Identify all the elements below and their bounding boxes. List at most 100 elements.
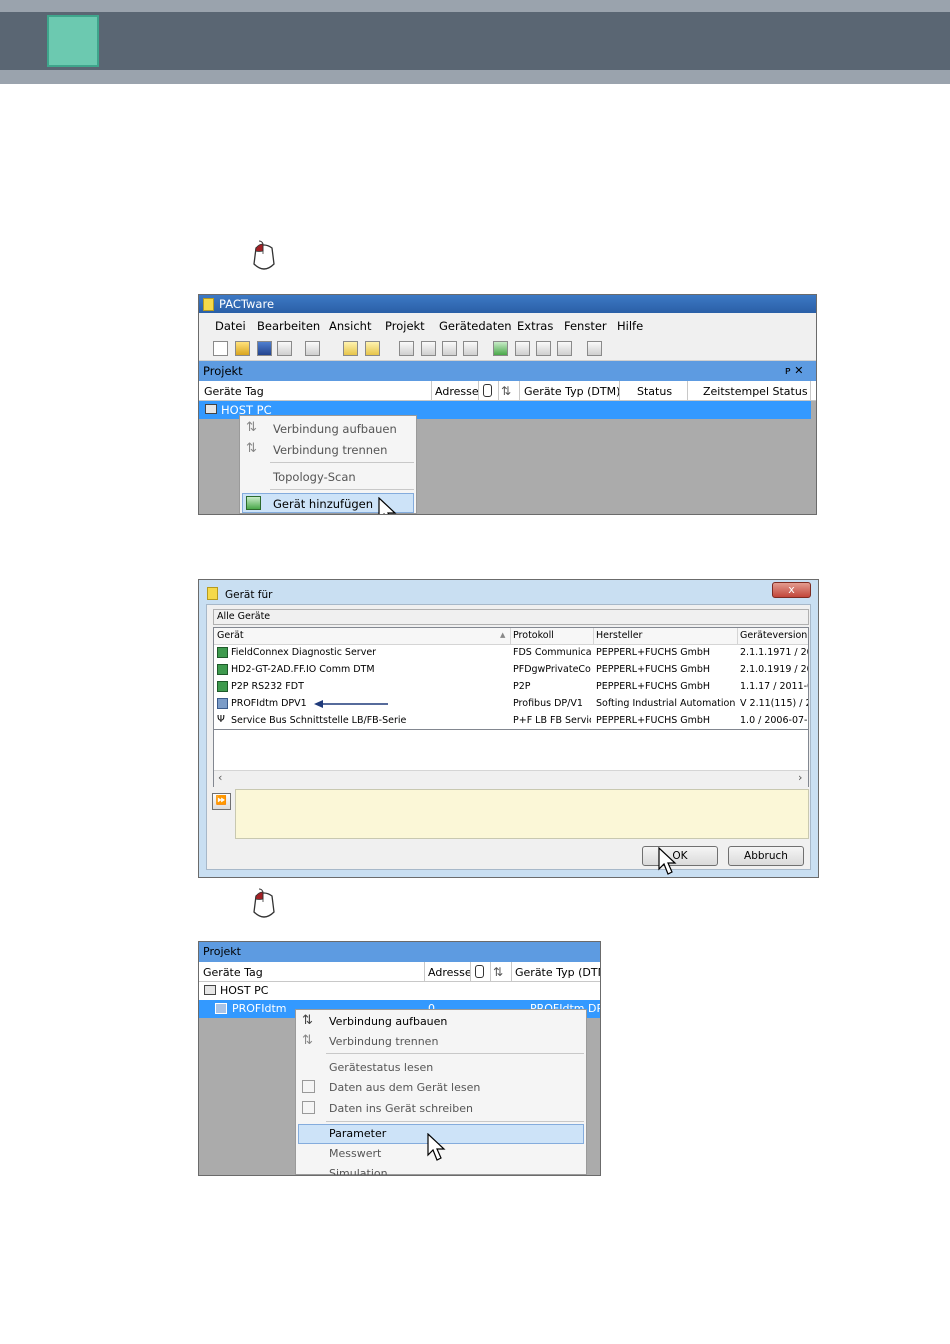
service-bus-icon: Ψ <box>217 714 225 725</box>
parameter-icon[interactable] <box>463 341 478 356</box>
ok-button[interactable]: OK <box>642 846 718 866</box>
column-divider <box>511 962 512 982</box>
column-divider <box>490 962 491 982</box>
project-icon[interactable] <box>365 341 380 356</box>
table-row[interactable]: Ψ Service Bus Schnittstelle LB/FB-Serie … <box>214 713 808 729</box>
comm-state-icon: ⇅ <box>501 384 512 398</box>
monitor-icon[interactable] <box>587 341 602 356</box>
menu-item-verbindung-trennen[interactable]: Verbindung trennen <box>329 1035 438 1048</box>
remove-device-icon[interactable] <box>515 341 530 356</box>
device-list-header: Gerät ▲ Protokoll Hersteller Geräteversi… <box>214 628 808 645</box>
profibus-device-icon <box>215 1003 227 1014</box>
description-area <box>235 789 809 839</box>
abbruch-button[interactable]: Abbruch <box>728 846 804 866</box>
menu-separator <box>326 1053 584 1054</box>
menu-separator <box>270 489 414 490</box>
open-folder-icon[interactable] <box>235 341 250 356</box>
table-row[interactable]: FieldConnex Diagnostic Server FDS Commun… <box>214 645 808 661</box>
new-file-icon[interactable] <box>213 341 228 356</box>
col-protokoll[interactable]: Protokoll <box>513 630 554 641</box>
pactware-app-icon <box>207 587 218 600</box>
device-icon <box>217 647 228 658</box>
download-icon[interactable] <box>442 341 457 356</box>
connection-state-icon <box>475 965 484 978</box>
menu-geraetedaten[interactable]: Gerätedaten <box>439 319 512 333</box>
menu-item-daten-ins-geraet[interactable]: Daten ins Gerät schreiben <box>329 1102 473 1115</box>
disconnect-icon[interactable] <box>557 341 572 356</box>
add-device-icon[interactable] <box>493 341 508 356</box>
add-device-dialog-screenshot: Gerät für x Alle Geräte Gerät ▲ Protokol… <box>198 579 819 878</box>
col-adresse[interactable]: Adresse <box>435 385 479 398</box>
col-status[interactable]: Status <box>637 385 672 398</box>
col-geraete-tag[interactable]: Geräte Tag <box>204 385 264 398</box>
row-device: Service Bus Schnittstelle LB/FB-Serie <box>231 715 407 726</box>
col-geraete-tag[interactable]: Geräte Tag <box>203 966 263 979</box>
print-icon[interactable] <box>277 341 292 356</box>
col-geraete-typ[interactable]: Geräte Typ (DTM) <box>524 385 620 398</box>
menu-item-geraetestatus-lesen[interactable]: Gerätestatus lesen <box>329 1061 433 1074</box>
horizontal-scrollbar[interactable]: ‹ › <box>214 770 808 787</box>
col-geraet[interactable]: Gerät <box>217 630 244 641</box>
row-version: 1.1.17 / 2011-0 <box>740 681 808 692</box>
scroll-right-icon[interactable]: › <box>798 771 802 784</box>
col-hersteller[interactable]: Hersteller <box>596 630 642 641</box>
profidtm-context-screenshot: Projekt Geräte Tag Adresse ⇅ Geräte Typ … <box>198 941 601 1176</box>
menu-fenster[interactable]: Fenster <box>564 319 607 333</box>
menu-item-geraet-hinzufuegen[interactable]: Gerät hinzufügen <box>273 497 373 511</box>
connect-icon[interactable] <box>536 341 551 356</box>
menu-item-topology-scan[interactable]: Topology-Scan <box>273 470 356 484</box>
tab-alle-geraete[interactable]: Alle Geräte <box>213 609 809 625</box>
row-protocol: Profibus DP/V1 <box>513 698 583 709</box>
tree-row-host-pc[interactable]: HOST PC <box>199 982 600 1000</box>
project-panel-title: Projekt <box>203 364 243 378</box>
menu-item-daten-aus-dem-geraet[interactable]: Daten aus dem Gerät lesen <box>329 1081 480 1094</box>
column-divider <box>431 381 432 401</box>
device-catalog-icon[interactable] <box>343 341 358 356</box>
row-vendor: PEPPERL+FUCHS GmbH <box>596 715 711 726</box>
arrow-cursor-icon <box>377 496 399 514</box>
col-geraete-typ[interactable]: Geräte Typ (DTM) <box>515 966 600 979</box>
row-device: P2P RS232 FDT <box>231 681 304 692</box>
menu-bearbeiten[interactable]: Bearbeiten <box>257 319 320 333</box>
device-list-icon[interactable] <box>399 341 414 356</box>
menu-extras[interactable]: Extras <box>517 319 553 333</box>
menu-item-verbindung-aufbauen[interactable]: Verbindung aufbauen <box>329 1015 447 1028</box>
table-row-profidtm[interactable]: PROFIdtm DPV1 Profibus DP/V1 Softing Ind… <box>214 696 808 712</box>
row-version: 2.1.1.1971 / 200 <box>740 647 808 658</box>
header-top-stripe <box>0 0 950 12</box>
header-bar <box>0 12 950 70</box>
menu-item-verbindung-aufbauen[interactable]: Verbindung aufbauen <box>273 422 397 436</box>
window-title-bar: PACTware <box>199 295 816 313</box>
host-pc-label: HOST PC <box>220 984 269 997</box>
disconnect-icon: ⇅ <box>246 441 257 456</box>
table-row[interactable]: HD2-GT-2AD.FF.IO Comm DTM PFDgwPrivateCo… <box>214 662 808 678</box>
scroll-left-icon[interactable]: ‹ <box>218 771 222 784</box>
upload-icon[interactable] <box>421 341 436 356</box>
menu-projekt[interactable]: Projekt <box>385 319 425 333</box>
panel-pin-close-icons[interactable]: ᴘ ✕ <box>785 364 803 377</box>
project-column-header: Geräte Tag Adresse ⇅ Geräte Typ (DTM) St… <box>199 381 816 401</box>
menu-item-verbindung-trennen[interactable]: Verbindung trennen <box>273 443 387 457</box>
menu-item-messwert[interactable]: Messwert <box>329 1147 381 1160</box>
sort-ascending-icon: ▲ <box>500 631 506 639</box>
menu-datei[interactable]: Datei <box>215 319 246 333</box>
menu-item-parameter[interactable]: Parameter <box>329 1127 386 1140</box>
col-zeitstempel[interactable]: Zeitstempel Status <box>703 385 808 398</box>
menu-item-simulation[interactable]: Simulation <box>329 1167 388 1175</box>
network-icon[interactable] <box>305 341 320 356</box>
table-row[interactable]: P2P RS232 FDT P2P PEPPERL+FUCHS GmbH 1.1… <box>214 679 808 695</box>
col-geraeteversion[interactable]: Geräteversion <box>740 630 807 641</box>
column-divider <box>519 381 520 401</box>
list-divider <box>214 729 808 730</box>
menu-separator <box>326 1121 584 1122</box>
expand-description-button[interactable]: ⏩ <box>212 793 231 810</box>
menu-hilfe[interactable]: Hilfe <box>617 319 643 333</box>
save-icon[interactable] <box>257 341 272 356</box>
computer-icon <box>205 404 217 414</box>
dialog-body: Alle Geräte Gerät ▲ Protokoll Hersteller… <box>206 604 811 870</box>
close-button[interactable]: x <box>772 582 811 598</box>
row-device: FieldConnex Diagnostic Server <box>231 647 377 658</box>
menu-ansicht[interactable]: Ansicht <box>329 319 371 333</box>
col-adresse[interactable]: Adresse <box>428 966 472 979</box>
row-vendor: PEPPERL+FUCHS GmbH <box>596 647 711 658</box>
